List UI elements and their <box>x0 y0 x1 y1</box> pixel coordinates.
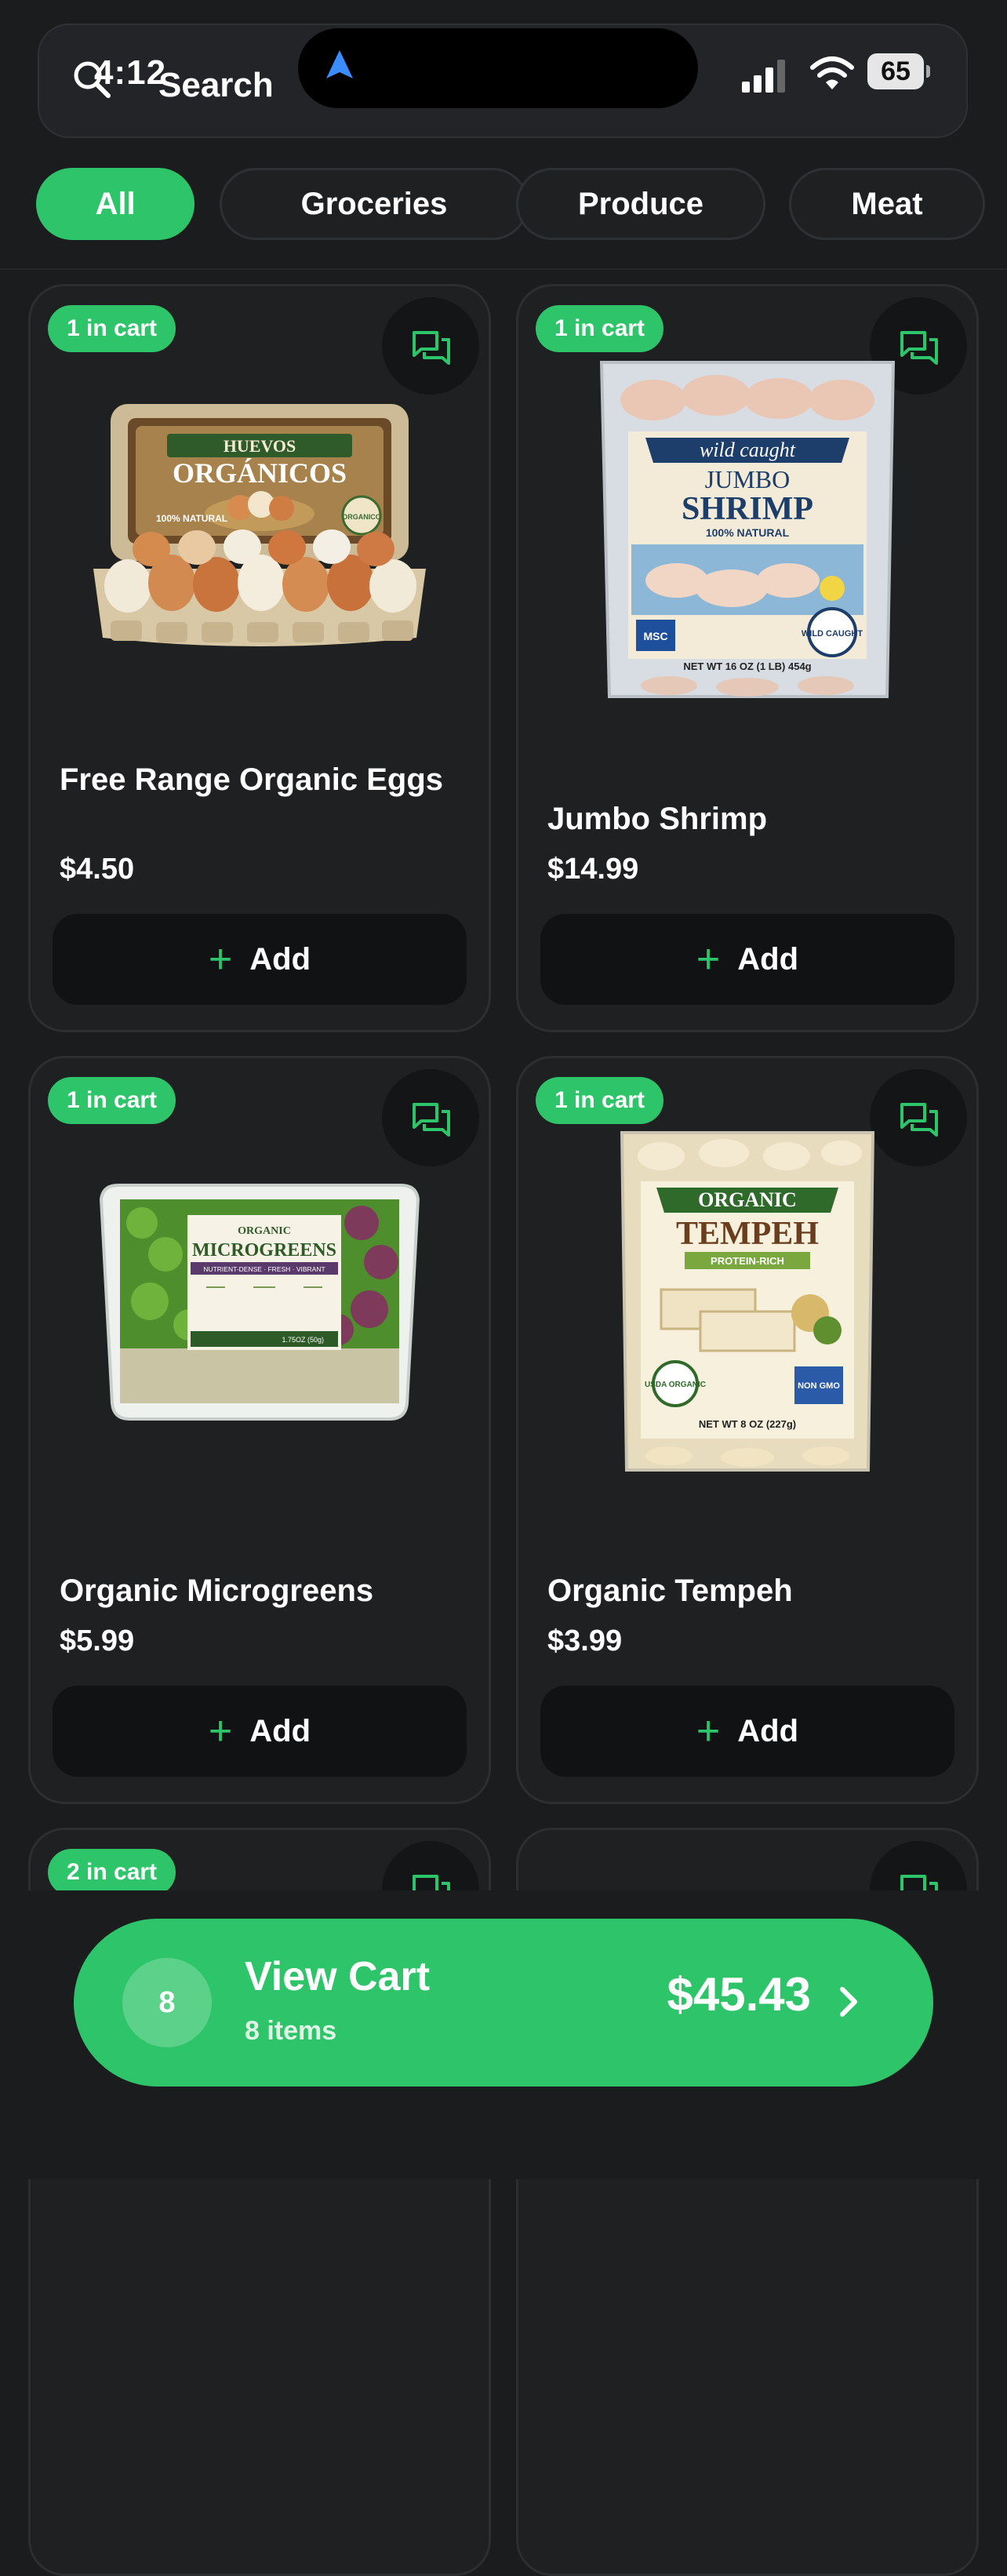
product-name: Free Range Organic Eggs <box>60 762 444 797</box>
add-button[interactable]: + Add <box>53 914 467 1005</box>
svg-text:NUTRIENT-DENSE · FRESH · VIBRA: NUTRIENT-DENSE · FRESH · VIBRANT <box>203 1265 325 1273</box>
tempeh-pack-image: ORGANIC TEMPEH PROTEIN-RICH USDA ORGANIC… <box>620 1131 875 1472</box>
add-button[interactable]: + Add <box>540 1686 954 1777</box>
svg-text:HUEVOS: HUEVOS <box>224 436 296 456</box>
svg-text:USDA ORGANIC: USDA ORGANIC <box>645 1381 706 1389</box>
view-cart-button[interactable]: 8 View Cart 8 items $45.43 <box>74 1919 933 2087</box>
search-label: Search <box>158 66 274 104</box>
category-filters: All Groceries Produce Meat <box>36 168 1007 242</box>
add-label: Add <box>249 942 311 977</box>
add-button[interactable]: + Add <box>540 914 954 1005</box>
add-label: Add <box>737 942 799 977</box>
svg-text:MSC: MSC <box>643 630 667 642</box>
cart-item-count: 8 items <box>245 2016 337 2046</box>
wifi-icon <box>810 56 854 89</box>
svg-text:MICROGREENS: MICROGREENS <box>192 1240 336 1261</box>
plus-icon: + <box>696 937 721 982</box>
in-cart-badge: 2 in cart <box>48 1849 176 1896</box>
plus-icon: + <box>208 937 233 982</box>
svg-text:ORGANIC: ORGANIC <box>238 1225 291 1237</box>
status-time: 4:12 <box>94 53 167 92</box>
filter-chip-groceries[interactable]: Groceries <box>220 168 529 240</box>
svg-text:100% NATURAL: 100% NATURAL <box>706 526 790 539</box>
egg-carton-image: HUEVOS ORGÁNICOS 100% NATURAL ORGANICO <box>93 404 426 646</box>
filter-chip-produce[interactable]: Produce <box>516 168 765 240</box>
svg-text:WILD CAUGHT: WILD CAUGHT <box>802 629 863 639</box>
cart-count-badge: 8 <box>122 1958 212 2047</box>
in-cart-badge: 1 in cart <box>48 305 176 352</box>
battery-indicator: 65 <box>867 53 930 93</box>
add-label: Add <box>249 1714 311 1748</box>
svg-text:SHRIMP: SHRIMP <box>682 491 813 527</box>
search-bar[interactable]: 4:12 Search 65 <box>38 24 968 138</box>
svg-text:PROTEIN-RICH: PROTEIN-RICH <box>711 1255 784 1267</box>
dynamic-island <box>298 28 698 108</box>
filter-chip-all[interactable]: All <box>36 168 194 240</box>
svg-text:TEMPEH: TEMPEH <box>676 1216 819 1252</box>
product-price: $14.99 <box>547 853 639 886</box>
in-cart-badge: 1 in cart <box>536 1077 664 1124</box>
battery-level: 65 <box>867 53 924 89</box>
divider <box>0 268 1007 270</box>
add-button[interactable]: + Add <box>53 1686 467 1777</box>
svg-text:NET WT 8 OZ (227g): NET WT 8 OZ (227g) <box>699 1418 796 1430</box>
svg-text:NET WT 16 OZ (1 LB) 454g: NET WT 16 OZ (1 LB) 454g <box>683 660 811 672</box>
product-card[interactable]: 1 in cart ORGANIC MICROGREENS NUTRIENT-D… <box>28 1056 491 1804</box>
svg-text:100% NATURAL: 100% NATURAL <box>156 513 227 524</box>
in-cart-badge: 1 in cart <box>48 1077 176 1124</box>
plus-icon: + <box>696 1708 721 1754</box>
svg-text:ORGANIC: ORGANIC <box>698 1188 797 1211</box>
in-cart-badge: 1 in cart <box>536 305 664 352</box>
product-card[interactable]: 1 in cart ORGANIC TEMPEH PROTEIN-RICH US… <box>516 1056 979 1804</box>
product-name: Organic Tempeh <box>547 1574 793 1608</box>
cart-total: $45.43 <box>667 1968 811 2021</box>
svg-text:NON GMO: NON GMO <box>798 1381 840 1391</box>
product-name: Organic Microgreens <box>60 1574 374 1608</box>
product-image: HUEVOS ORGÁNICOS 100% NATURAL ORGANICO <box>31 357 489 702</box>
microgreens-container-image: ORGANIC MICROGREENS NUTRIENT-DENSE · FRE… <box>99 1184 420 1421</box>
svg-text:ORGANICO: ORGANICO <box>342 513 381 521</box>
product-card[interactable]: 1 in cart wild caught JUMBO SHRIMP 100% … <box>516 284 979 1032</box>
product-image: ORGANIC MICROGREENS NUTRIENT-DENSE · FRE… <box>31 1129 489 1474</box>
product-card[interactable]: 1 in cart HUEVOS ORGÁNICOS 100% NATURAL … <box>28 284 491 1032</box>
product-image: wild caught JUMBO SHRIMP 100% NATURAL MS… <box>518 357 976 702</box>
svg-text:JUMBO: JUMBO <box>705 465 790 493</box>
chevron-right-icon <box>840 1987 857 2017</box>
filter-chip-meat[interactable]: Meat <box>789 168 985 240</box>
svg-text:ORGÁNICOS: ORGÁNICOS <box>173 457 347 489</box>
location-arrow-icon <box>326 50 353 78</box>
svg-text:1.75OZ (50g): 1.75OZ (50g) <box>282 1336 324 1344</box>
shrimp-bag-image: wild caught JUMBO SHRIMP 100% NATURAL MS… <box>599 361 896 698</box>
product-price: $3.99 <box>547 1625 623 1657</box>
product-name: Jumbo Shrimp <box>547 802 768 836</box>
cellular-signal-icon <box>742 60 785 93</box>
product-price: $4.50 <box>60 853 135 886</box>
product-image: ORGANIC TEMPEH PROTEIN-RICH USDA ORGANIC… <box>518 1129 976 1474</box>
plus-icon: + <box>208 1708 233 1754</box>
add-label: Add <box>737 1714 799 1748</box>
cart-title: View Cart <box>245 1954 431 1999</box>
product-price: $5.99 <box>60 1625 135 1657</box>
svg-text:wild caught: wild caught <box>700 438 796 461</box>
